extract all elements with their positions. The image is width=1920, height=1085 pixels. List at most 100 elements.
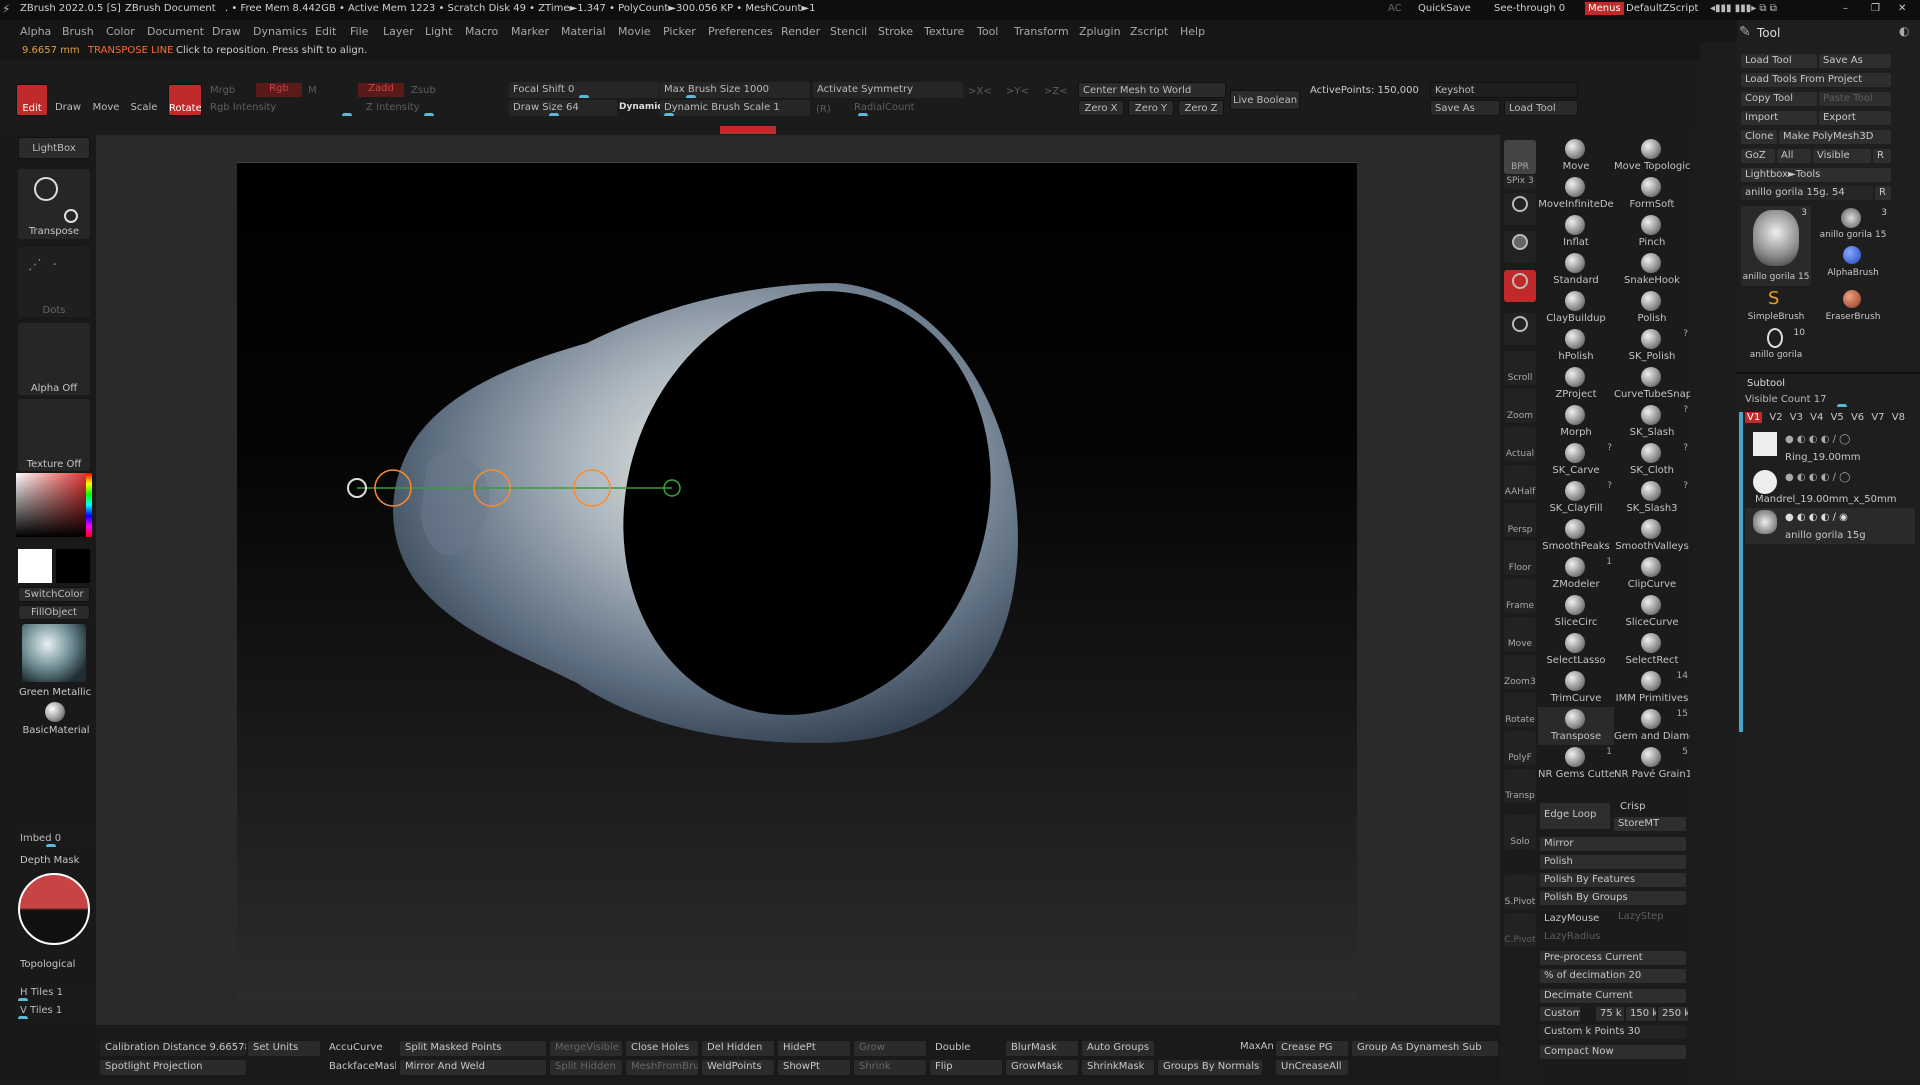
default-zscript-button[interactable]: DefaultZScript [1626,3,1698,14]
visible-count-slider[interactable]: Visible Count 17 [1741,392,1891,407]
accucurve-toggle[interactable]: AccuCurve [324,1041,396,1056]
import-button[interactable]: Import [1741,111,1817,125]
max-brush-size-slider[interactable]: Max Brush Size 1000 [660,82,810,98]
brush-item-selected[interactable]: Transpose [1538,707,1614,745]
brush-item[interactable]: ClipCurve [1614,555,1690,593]
close-holes-button[interactable]: Close Holes [626,1041,698,1056]
floor-button[interactable]: Floor [1504,541,1536,575]
hidept-button[interactable]: HidePt [778,1041,850,1056]
menu-picker[interactable]: Picker [663,25,696,38]
rgb-button[interactable]: Rgb [256,83,302,97]
move-view-button[interactable]: Move [1504,617,1536,651]
edit-button[interactable]: Edit [16,84,48,116]
v-tiles-slider[interactable]: V Tiles 1 [16,1003,92,1019]
brush-item[interactable]: SmoothValleys [1614,517,1690,555]
load-tools-from-project-button[interactable]: Load Tools From Project [1741,73,1891,87]
brush-item[interactable]: CurveTubeSnap [1614,365,1690,403]
subtool-row-selected[interactable]: ● ◐ ◐ ◐ ∕ ◉ anillo gorila 15g [1745,508,1915,544]
split-hidden-button[interactable]: Split Hidden [550,1060,622,1075]
h-tiles-slider[interactable]: H Tiles 1 [16,985,92,1001]
persp-button[interactable]: Persp [1504,503,1536,537]
bpr-button[interactable]: BPR [1504,140,1536,174]
activate-symmetry-button[interactable]: Activate Symmetry [813,82,963,98]
brush-item[interactable]: hPolish [1538,327,1614,365]
tool-thumb[interactable]: 10 anillo gorila [1741,326,1811,362]
calibration-slider[interactable]: Calibration Distance 9.66578 [100,1041,246,1056]
tool-thumb-selected[interactable]: 3 anillo gorila 15 [1741,206,1811,286]
make-polymesh-button[interactable]: Make PolyMesh3D [1779,130,1891,144]
menu-light[interactable]: Light [425,25,452,38]
menus-toggle[interactable]: Menus [1585,2,1624,15]
double-button[interactable]: Double [930,1041,1002,1056]
draw-size-slider[interactable]: Draw Size 64 [509,100,617,116]
alpha-thumbnail[interactable]: Alpha Off [18,323,90,395]
export-button[interactable]: Export [1819,111,1891,125]
goz-r-button[interactable]: R [1873,149,1891,163]
brush-item[interactable]: Move [1538,137,1614,175]
brush-item[interactable]: ZProject [1538,365,1614,403]
current-tool-slider[interactable]: anillo gorila 15g. 54 [1741,186,1873,200]
brush-item[interactable]: SK_Cloth? [1614,441,1690,479]
brush-thumbnail[interactable]: Transpose [18,169,90,239]
texture-thumbnail[interactable]: Texture Off [18,399,90,471]
lightbox-button[interactable]: LightBox [18,137,90,159]
version-tab[interactable]: V5 [1831,412,1844,423]
rotate-view-button[interactable]: Rotate [1504,693,1536,727]
edge-loop-button[interactable]: Edge Loop [1540,803,1610,829]
mrgb-button[interactable]: Mrgb [210,85,235,96]
close-icon[interactable]: ✕ [1898,3,1906,14]
polish-by-features-toggle[interactable]: Polish By Features [1540,873,1686,887]
m-button[interactable]: M [308,85,317,96]
brush-item[interactable]: ZModeler 1 [1538,555,1614,593]
merge-visible-button[interactable]: MergeVisible [550,1041,622,1056]
tool-header[interactable]: Tool [1757,26,1780,40]
zsub-button[interactable]: Zsub [411,85,436,96]
version-tab[interactable]: V1 [1745,412,1763,423]
scale-button[interactable]: Scale [128,84,160,116]
dynamic-persp-icon[interactable] [1504,270,1536,302]
crisp-toggle[interactable]: Crisp [1620,801,1645,812]
decimation-slider[interactable]: % of decimation 20 [1540,969,1686,983]
storemt-button[interactable]: StoreMT [1614,817,1686,831]
spix-slider[interactable]: SPix 3 [1504,175,1536,189]
actual-button[interactable]: Actual [1504,427,1536,461]
version-tab[interactable]: V8 [1892,412,1905,423]
showpt-button[interactable]: ShowPt [778,1060,850,1075]
move-button[interactable]: Move [90,84,122,116]
polyf-button[interactable]: PolyF [1504,731,1536,765]
menu-texture[interactable]: Texture [924,25,964,38]
rotate-button[interactable]: Rotate [168,84,202,116]
shrinkmask-button[interactable]: ShrinkMask [1082,1060,1154,1075]
brush-item[interactable]: SmoothPeaks [1538,517,1614,555]
eye-icon[interactable]: ● ◐ ◐ ◐ ∕ ◯ [1785,472,1850,483]
preset-150k-button[interactable]: 150 k [1626,1007,1656,1021]
menu-zplugin[interactable]: Zplugin [1079,25,1121,38]
eye-icon[interactable]: ● ◐ ◐ ◐ ∕ ◯ [1785,434,1850,445]
live-boolean-button[interactable]: Live Boolean [1230,90,1300,110]
symmetry-y-toggle[interactable]: >Y< [1006,86,1029,97]
brush-item[interactable]: SK_Slash3? [1614,479,1690,517]
hue-strip[interactable] [86,473,92,537]
decimate-current-button[interactable]: Decimate Current [1540,989,1686,1003]
lazyradius-slider[interactable]: LazyRadius [1544,931,1600,942]
dynamic-toggle[interactable]: Dynamic [619,102,663,112]
menu-edit[interactable]: Edit [315,25,336,38]
current-tool-r-button[interactable]: R [1875,186,1891,200]
goz-visible-button[interactable]: Visible [1813,149,1871,163]
menu-movie[interactable]: Movie [618,25,651,38]
main-color-swatch[interactable] [18,549,52,583]
uncrease-all-button[interactable]: UnCreaseAll [1276,1060,1348,1075]
menu-file[interactable]: File [350,25,368,38]
panel-toggle-icon[interactable]: ◐ [1899,24,1909,38]
z-intensity-slider[interactable]: Z Intensity [362,100,494,116]
brush-item[interactable]: Standard [1538,251,1614,289]
brush-item[interactable]: FormSoft [1614,175,1690,213]
subtool-row[interactable]: ● ◐ ◐ ◐ ∕ ◯ Ring_19.00mm [1745,430,1915,466]
switch-color-button[interactable]: SwitchColor [18,587,90,602]
local-symmetry-icon[interactable] [1504,313,1536,345]
brush-item[interactable]: MoveInfiniteDe [1538,175,1614,213]
s-pivot-button[interactable]: S.Pivot [1504,875,1536,909]
groups-by-normals-button[interactable]: Groups By Normals [1158,1060,1262,1075]
imbed-slider[interactable]: Imbed 0 [16,831,92,847]
ring-model[interactable] [237,163,1357,1003]
